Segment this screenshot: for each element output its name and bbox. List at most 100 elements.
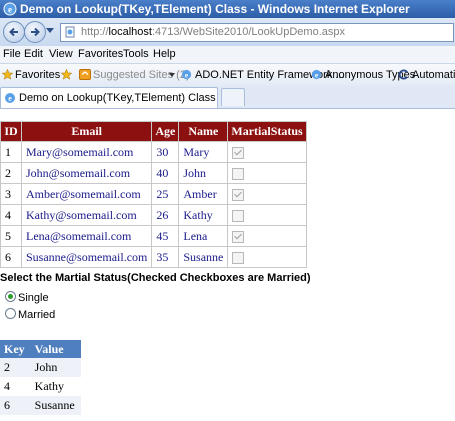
- favorites-bar: Favorites Suggested Sites (2) e ADO.NET …: [0, 63, 455, 87]
- cell-age: 25: [151, 183, 180, 205]
- menu-file[interactable]: File: [3, 46, 21, 63]
- tab-bar: e Demo on Lookup(TKey,TElement) Class: [0, 86, 455, 109]
- address-input[interactable]: http://localhost:4713/WebSite2010/LookUp…: [60, 23, 454, 42]
- cell-email: Lena@somemail.com: [20, 225, 153, 247]
- cell-name: Kathy: [178, 204, 229, 226]
- cell-age: 26: [151, 204, 180, 226]
- cell-status: [227, 225, 307, 247]
- svg-text:e: e: [8, 5, 12, 15]
- table-row: 6 Susanne@somemail.com 35 Susanne: [0, 246, 307, 268]
- c-site-icon: [398, 69, 408, 80]
- cell-name: John: [178, 162, 229, 184]
- cell-status: [227, 246, 307, 268]
- page-icon: [65, 26, 75, 38]
- forward-arrow-icon: [31, 27, 40, 37]
- menu-edit[interactable]: Edit: [24, 46, 43, 63]
- status-prompt: Select the Martial Status(Checked Checkb…: [0, 272, 311, 284]
- tab-current[interactable]: e Demo on Lookup(TKey,TElement) Class: [0, 87, 218, 108]
- cell-name: Mary: [178, 141, 229, 163]
- cell-name: Amber: [178, 183, 229, 205]
- menu-bar: File Edit View Favorites Tools Help: [0, 46, 455, 63]
- radio-option-single[interactable]: Single: [5, 291, 49, 304]
- cell-status: [227, 204, 307, 226]
- table-row: 2 John@somemail.com 40 John: [0, 162, 307, 184]
- chevron-down-icon[interactable]: [169, 73, 175, 77]
- cell-id: 2: [0, 162, 22, 184]
- radio-button[interactable]: [5, 308, 16, 319]
- favorites-link-ado[interactable]: ADO.NET Entity Framework ...: [195, 64, 345, 86]
- cell-value: John: [30, 358, 81, 377]
- menu-help[interactable]: Help: [153, 46, 176, 63]
- married-checkbox[interactable]: [232, 209, 245, 222]
- address-text: http://localhost:4713/WebSite2010/LookUp…: [81, 24, 345, 41]
- table-row: 3 Amber@somemail.com 25 Amber: [0, 183, 307, 205]
- favorites-button[interactable]: Favorites: [15, 64, 60, 86]
- cell-name: Susanne: [178, 246, 229, 268]
- cell-age: 30: [151, 141, 180, 163]
- address-bar-row: http://localhost:4713/WebSite2010/LookUp…: [0, 18, 455, 46]
- menu-favorites[interactable]: Favorites: [78, 46, 123, 63]
- menu-tools[interactable]: Tools: [123, 46, 149, 63]
- table-row: 4 Kathy: [0, 377, 81, 396]
- cell-email: John@somemail.com: [20, 162, 153, 184]
- lookup-grid: Key Value 2 John 4 Kathy 6 Susanne: [0, 340, 81, 415]
- cell-value: Kathy: [34, 379, 64, 393]
- table-row: 1 Mary@somemail.com 30 Mary: [0, 141, 307, 163]
- ie-page-icon: e: [181, 69, 192, 79]
- svg-text:e: e: [8, 94, 12, 103]
- cell-status: [227, 162, 307, 184]
- tab-title: Demo on Lookup(TKey,TElement) Class: [19, 92, 216, 104]
- married-checkbox[interactable]: [232, 230, 245, 243]
- col-header-value: Value: [30, 340, 81, 358]
- col-header-key: Key: [0, 340, 31, 358]
- radio-option-married[interactable]: Married: [5, 308, 55, 321]
- cell-id: 3: [0, 183, 22, 205]
- cell-email: Amber@somemail.com: [20, 183, 153, 205]
- url-host: localhost: [108, 26, 152, 38]
- cell-key: 4: [4, 379, 10, 393]
- forward-button[interactable]: [24, 21, 46, 43]
- cell-id: 1: [0, 141, 22, 163]
- suggested-sites-link[interactable]: Suggested Sites (2): [93, 64, 190, 86]
- married-checkbox[interactable]: [232, 146, 245, 159]
- cell-key: 2: [0, 358, 31, 377]
- add-favorite-icon[interactable]: [61, 69, 72, 80]
- favorites-link-automation[interactable]: Automati: [412, 64, 455, 86]
- window-title-bar[interactable]: e Demo on Lookup(TKey,TElement) Class - …: [0, 0, 455, 18]
- window-title: Demo on Lookup(TKey,TElement) Class - Wi…: [20, 2, 410, 16]
- cell-age: 35: [151, 246, 180, 268]
- married-checkbox[interactable]: [232, 251, 245, 264]
- favorites-star-icon: [2, 69, 13, 80]
- url-scheme: http://: [81, 26, 109, 38]
- cell-status: [227, 183, 307, 205]
- lookup-header-row: Key Value: [0, 340, 81, 358]
- table-row: 4 Kathy@somemail.com 26 Kathy: [0, 204, 307, 226]
- back-button[interactable]: [3, 21, 25, 43]
- people-grid: ID Email Age Name MartialStatus 1 Mary@s…: [0, 121, 307, 268]
- new-tab-button[interactable]: [221, 88, 245, 106]
- ie-page-icon: e: [5, 93, 15, 103]
- col-header-age: Age: [151, 121, 180, 142]
- cell-status: [227, 141, 307, 163]
- col-header-status: MartialStatus: [227, 121, 307, 142]
- col-header-email: Email: [20, 121, 153, 142]
- back-arrow-icon: [9, 27, 18, 37]
- married-checkbox[interactable]: [232, 167, 245, 180]
- col-header-id: ID: [0, 121, 22, 142]
- menu-view[interactable]: View: [49, 46, 73, 63]
- col-header-name: Name: [178, 121, 229, 142]
- cell-name: Lena: [178, 225, 229, 247]
- radio-label: Married: [18, 309, 56, 321]
- cell-email: Mary@somemail.com: [20, 141, 153, 163]
- table-row: 6 Susanne: [0, 396, 81, 415]
- radio-button[interactable]: [5, 291, 16, 302]
- cell-age: 40: [151, 162, 180, 184]
- cell-key: 6: [0, 396, 31, 415]
- cell-id: 5: [0, 225, 22, 247]
- married-checkbox[interactable]: [232, 188, 245, 201]
- cell-id: 6: [0, 246, 22, 268]
- history-dropdown-icon[interactable]: [46, 28, 54, 34]
- suggested-sites-icon: [79, 69, 91, 80]
- cell-value: Susanne: [30, 396, 81, 415]
- grid-header-row: ID Email Age Name MartialStatus: [0, 121, 307, 142]
